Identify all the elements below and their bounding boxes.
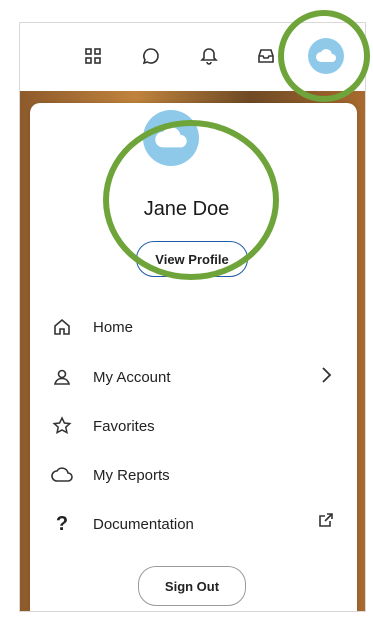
chevron-right-icon (320, 365, 334, 390)
menu-label: Home (93, 318, 134, 336)
menu-label: My Account (93, 368, 171, 386)
menu-item-my-reports[interactable]: My Reports (50, 460, 340, 490)
menu-item-favorites[interactable]: Favorites (50, 411, 340, 441)
menu-label: Documentation (93, 515, 194, 533)
avatar[interactable] (308, 38, 344, 74)
menu-label: My Reports (93, 466, 170, 484)
question-icon: ? (55, 512, 69, 535)
cloud-icon (155, 127, 187, 148)
external-link-icon (318, 512, 334, 533)
cloud-icon (316, 49, 336, 62)
apps-grid-icon[interactable] (80, 43, 106, 69)
menu-item-home[interactable]: Home (50, 312, 340, 342)
view-profile-button[interactable]: View Profile (136, 241, 248, 277)
sign-out-button[interactable]: Sign Out (138, 566, 246, 606)
user-name: Jane Doe (143, 198, 230, 220)
menu-item-documentation[interactable]: ? Documentation (50, 509, 340, 539)
bell-icon[interactable] (196, 43, 222, 69)
menu-label: Favorites (93, 417, 155, 435)
inbox-icon[interactable] (253, 43, 279, 69)
star-icon (50, 414, 74, 438)
menu-item-my-account[interactable]: My Account (50, 362, 340, 392)
top-bar (20, 23, 365, 91)
cloud-outline-icon (50, 463, 74, 487)
profile-avatar (143, 110, 199, 166)
home-icon (50, 315, 74, 339)
user-icon (50, 365, 74, 389)
chat-icon[interactable] (138, 43, 164, 69)
